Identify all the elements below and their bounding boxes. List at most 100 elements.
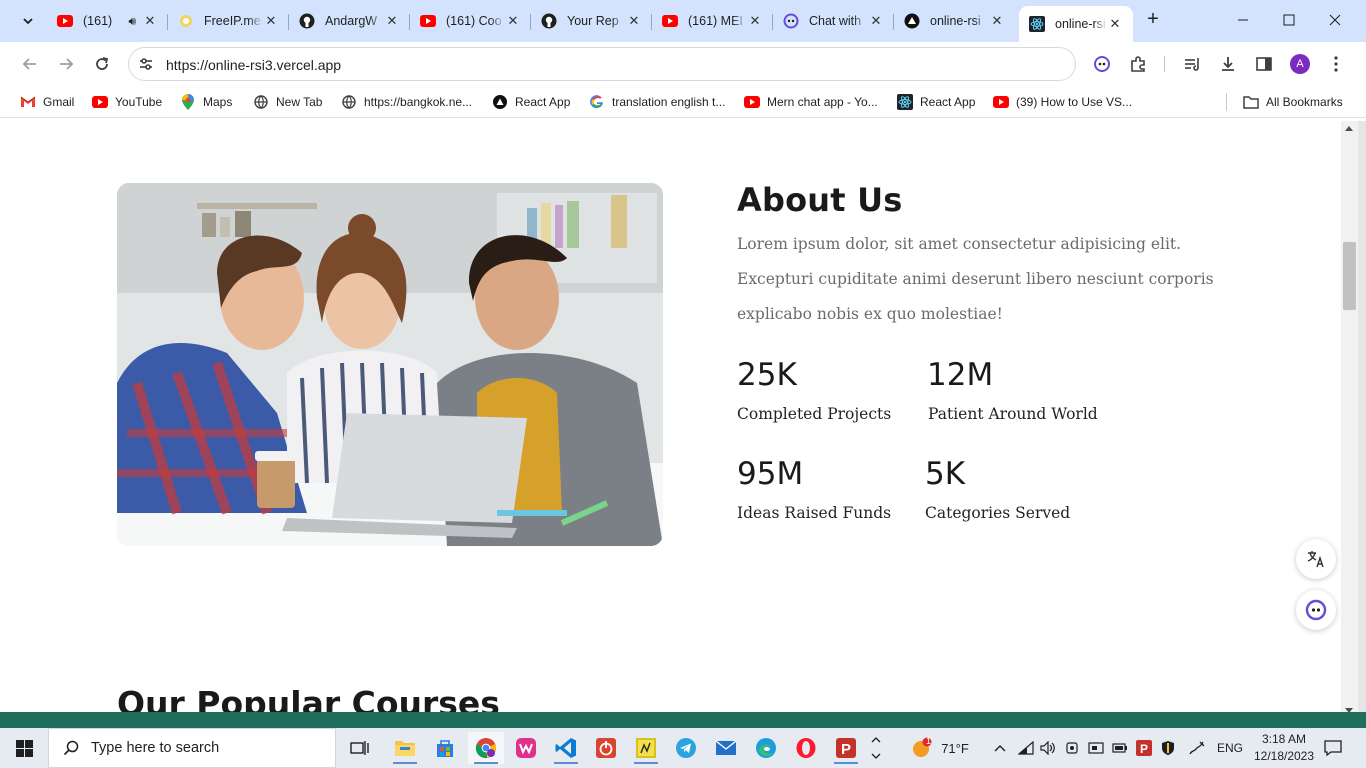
extensions-icon[interactable]: [1127, 53, 1149, 75]
notifications-button[interactable]: [1320, 728, 1346, 768]
browser-toolbar: https://online-rsi3.vercel.app A: [0, 42, 1366, 86]
shield-icon[interactable]: [1158, 728, 1178, 768]
chrome-app[interactable]: [468, 732, 504, 764]
site-settings-icon[interactable]: [138, 56, 154, 72]
postman-app[interactable]: P: [828, 732, 864, 764]
device-icon[interactable]: [1086, 728, 1106, 768]
maximize-button[interactable]: [1266, 0, 1312, 40]
scroll-up-arrow[interactable]: [1345, 126, 1353, 131]
start-button[interactable]: [0, 728, 48, 768]
new-tab-button[interactable]: +: [1142, 9, 1164, 31]
tab-5[interactable]: Your Rep ✕: [531, 6, 652, 36]
close-icon[interactable]: ✕: [505, 13, 521, 29]
bookmark-mern-chat[interactable]: Mern chat app - Yo...: [744, 93, 878, 111]
bookmark-gmail[interactable]: Gmail: [20, 93, 74, 111]
tab-title: FreeIP.me: [204, 14, 261, 28]
store-app[interactable]: [427, 732, 463, 764]
translate-button[interactable]: [1296, 539, 1336, 579]
bookmark-bangkok[interactable]: https://bangkok.ne...: [341, 93, 472, 111]
taskbar-overflow[interactable]: [867, 728, 885, 768]
bookmark-youtube[interactable]: YouTube: [92, 93, 162, 111]
media-app[interactable]: [628, 732, 664, 764]
telegram-app[interactable]: [668, 732, 704, 764]
stat-value: 25K: [737, 357, 797, 393]
vscode-app[interactable]: [548, 732, 584, 764]
close-icon[interactable]: ✕: [263, 13, 279, 29]
search-placeholder: Type here to search: [91, 740, 220, 756]
address-bar[interactable]: https://online-rsi3.vercel.app: [128, 47, 1076, 81]
wps-office-app[interactable]: [508, 732, 544, 764]
webcam-icon[interactable]: [1062, 728, 1082, 768]
close-icon[interactable]: ✕: [384, 13, 400, 29]
bookmark-react-app-1[interactable]: React App: [492, 93, 570, 111]
youtube-icon: [420, 13, 436, 29]
weather-widget[interactable]: 1 71°F: [906, 728, 974, 768]
opera-app[interactable]: [788, 732, 824, 764]
scroll-thumb[interactable]: [1343, 242, 1356, 310]
taskbar: Type here to search P 1 71°F P ENG 3:18 …: [0, 728, 1366, 768]
power-app[interactable]: [588, 732, 624, 764]
tab-8[interactable]: online-rsi ✕: [894, 6, 1015, 36]
tab-4[interactable]: (161) Coo ✕: [410, 6, 531, 36]
volume-icon[interactable]: [1038, 728, 1058, 768]
language-indicator[interactable]: ENG: [1214, 728, 1246, 768]
window-edge: [1358, 121, 1366, 718]
copilot-button[interactable]: [1296, 590, 1336, 630]
profile-avatar[interactable]: A: [1290, 54, 1310, 74]
tab-title: online-rsi: [1055, 17, 1106, 31]
bookmark-react-app-2[interactable]: React App: [897, 93, 975, 111]
close-icon[interactable]: ✕: [142, 13, 158, 29]
url-text[interactable]: https://online-rsi3.vercel.app: [166, 57, 341, 73]
close-icon[interactable]: ✕: [989, 13, 1005, 29]
close-icon[interactable]: ✕: [626, 13, 642, 29]
speaker-icon[interactable]: 🔊︎: [128, 14, 136, 29]
download-icon[interactable]: [1217, 53, 1239, 75]
media-control-icon[interactable]: [1181, 53, 1203, 75]
tab-active[interactable]: online-rsi ✕: [1019, 6, 1133, 42]
tab-3[interactable]: AndargW ✕: [289, 6, 410, 36]
bookmark-new-tab[interactable]: New Tab: [253, 93, 322, 111]
close-icon[interactable]: ✕: [1107, 16, 1123, 32]
tab-1[interactable]: (161) 🔊︎ ✕: [47, 6, 168, 36]
close-icon[interactable]: ✕: [868, 13, 884, 29]
weather-badge: 1: [926, 736, 932, 746]
edge-app[interactable]: [748, 732, 784, 764]
page-scrollbar[interactable]: [1341, 121, 1358, 718]
back-button[interactable]: [16, 50, 44, 78]
side-panel-icon[interactable]: [1253, 53, 1275, 75]
network-icon[interactable]: [1016, 728, 1036, 768]
background-window: [0, 712, 1366, 728]
tab-6[interactable]: (161) MEI ✕: [652, 6, 773, 36]
forward-button[interactable]: [52, 50, 80, 78]
bookmark-translation[interactable]: translation english t...: [589, 93, 725, 111]
reload-button[interactable]: [88, 50, 116, 78]
tray-expand[interactable]: [990, 728, 1010, 768]
power-icon: [596, 738, 616, 758]
tab-7[interactable]: Chat with ✕: [773, 6, 894, 36]
mail-app[interactable]: [708, 732, 744, 764]
wps-icon: [516, 738, 536, 758]
task-view-button[interactable]: [342, 732, 378, 764]
tab-2[interactable]: FreeIP.me ✕: [168, 6, 289, 36]
minimize-button[interactable]: [1220, 0, 1266, 40]
bookmark-maps[interactable]: Maps: [180, 93, 232, 111]
p-tray-icon[interactable]: P: [1134, 728, 1154, 768]
svg-text:P: P: [841, 741, 851, 758]
folder-icon: [1243, 95, 1259, 109]
menu-icon[interactable]: [1325, 53, 1347, 75]
stat-label: Completed Projects: [737, 405, 892, 423]
close-icon[interactable]: ✕: [747, 13, 763, 29]
close-window-button[interactable]: [1312, 0, 1358, 40]
file-explorer-app[interactable]: [387, 732, 423, 764]
battery-icon[interactable]: [1110, 728, 1130, 768]
taskbar-search[interactable]: Type here to search: [48, 728, 336, 768]
react-icon: [1029, 16, 1045, 32]
copilot-extension-icon[interactable]: [1091, 53, 1113, 75]
bookmark-vs-video[interactable]: (39) How to Use VS...: [993, 93, 1132, 111]
pen-icon[interactable]: [1186, 728, 1208, 768]
search-icon: [63, 740, 79, 756]
tab-strip: (161) 🔊︎ ✕ FreeIP.me ✕ AndargW ✕ (161) C…: [0, 0, 1366, 42]
all-bookmarks[interactable]: All Bookmarks: [1243, 93, 1343, 111]
tab-search-button[interactable]: [14, 7, 42, 35]
clock[interactable]: 3:18 AM 12/18/2023: [1252, 731, 1316, 765]
